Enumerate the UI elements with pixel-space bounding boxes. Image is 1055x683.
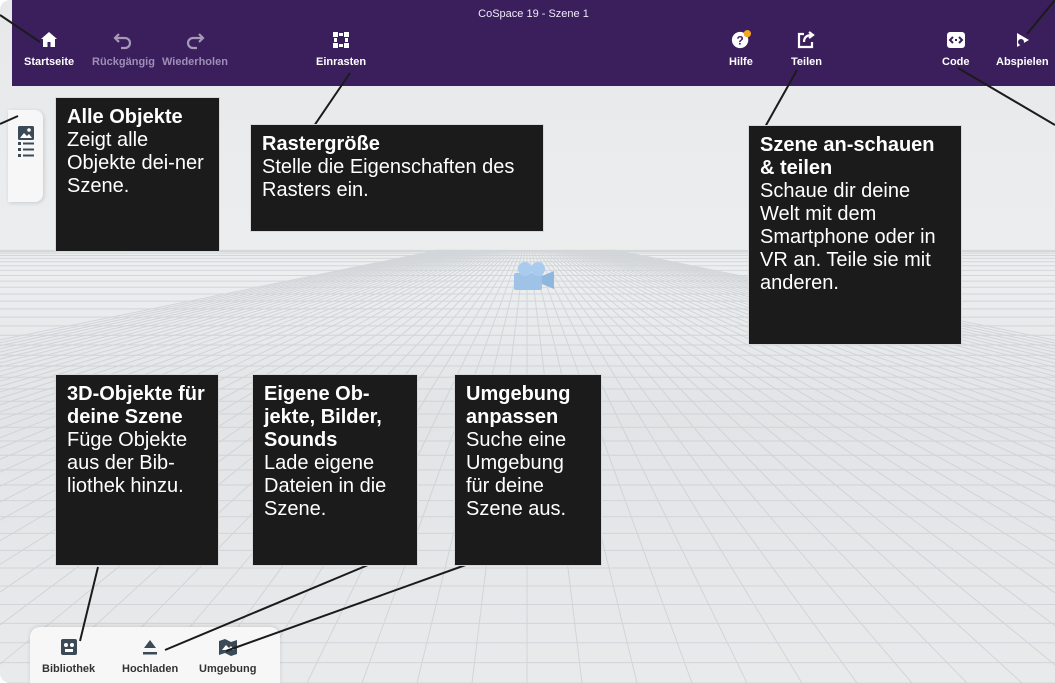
home-button[interactable]: Startseite [24, 30, 74, 68]
callout-view-share-title: Szene an-schauen & teilen [760, 134, 935, 179]
redo-button[interactable]: Wiederholen [162, 30, 228, 68]
snap-button[interactable]: Einrasten [316, 30, 366, 68]
scene-viewport[interactable]: CoSpace 19 - Szene 1 Startseite Rückgäng… [0, 0, 1055, 683]
app-title: CoSpace 19 - Szene 1 [478, 8, 589, 20]
snap-label: Einrasten [316, 56, 367, 68]
callout-all-objects-body: Zeigt alle Objekte dei-ner Szene. [67, 129, 204, 197]
help-icon: ? [731, 30, 751, 49]
callout-grid-size-body: Stelle die Eigenschaften des Rasters ein… [262, 156, 515, 201]
help-button[interactable]: ? Hilfe [729, 30, 753, 68]
redo-label: Wiederholen [162, 56, 228, 68]
code-button[interactable]: Code [942, 30, 970, 68]
callout-own-objects: Eigene Ob-jekte, Bilder, Sounds Lade eig… [252, 374, 418, 566]
callout-grid-size: Rastergröße Stelle die Eigenschaften des… [250, 124, 544, 232]
play-button[interactable]: Abspielen [996, 30, 1049, 68]
share-icon [798, 31, 816, 49]
callout-environment: Umgebung anpassen Suche eine Umgebung fü… [454, 374, 602, 566]
objects-list-icon[interactable] [17, 140, 35, 158]
upload-icon [143, 640, 158, 655]
code-label: Code [942, 56, 970, 68]
help-label: Hilfe [729, 56, 753, 68]
camera-object[interactable] [512, 260, 556, 292]
left-panel-tab [8, 110, 43, 202]
library-button[interactable]: Bibliothek [42, 637, 95, 675]
redo-icon [186, 33, 205, 50]
undo-button[interactable]: Rückgängig [92, 30, 155, 68]
upload-button[interactable]: Hochladen [122, 637, 178, 675]
library-label: Bibliothek [42, 663, 96, 675]
callout-3d-objects-body: Füge Objekte aus der Bib-liothek hinzu. [67, 429, 188, 497]
callout-own-objects-body: Lade eigene Dateien in die Szene. [264, 452, 387, 520]
callout-own-objects-title: Eigene Ob-jekte, Bilder, Sounds [264, 383, 382, 451]
callout-all-objects-title: Alle Objekte [67, 106, 183, 128]
share-label: Teilen [791, 56, 822, 68]
code-icon [946, 32, 965, 48]
upload-label: Hochladen [122, 663, 179, 675]
home-icon [41, 32, 58, 47]
undo-label: Rückgängig [92, 56, 155, 68]
callout-all-objects: Alle Objekte Zeigt alle Objekte dei-ner … [55, 97, 220, 252]
library-icon [60, 639, 77, 655]
undo-icon [113, 33, 132, 50]
play-icon [1017, 33, 1030, 47]
grid-snap-icon [333, 32, 350, 48]
play-label: Abspielen [996, 56, 1049, 68]
callout-environment-body: Suche eine Umgebung für deine Szene aus. [466, 429, 567, 520]
callout-environment-title: Umgebung anpassen [466, 383, 571, 428]
callout-view-share-body: Schaue dir deine Welt mit dem Smartphone… [760, 180, 936, 294]
callout-grid-size-title: Rastergröße [262, 133, 380, 155]
home-label: Startseite [24, 56, 75, 68]
top-toolbar: CoSpace 19 - Szene 1 Startseite Rückgäng… [12, 0, 1055, 86]
callout-3d-objects: 3D-Objekte für deine Szene Füge Objekte … [55, 374, 219, 566]
callout-view-share: Szene an-schauen & teilen Schaue dir dei… [748, 125, 962, 345]
svg-text:?: ? [736, 34, 743, 48]
callout-3d-objects-title: 3D-Objekte für deine Szene [67, 383, 205, 428]
environment-button[interactable]: Umgebung [199, 637, 256, 675]
share-button[interactable]: Teilen [791, 30, 822, 68]
environment-label: Umgebung [199, 663, 257, 675]
bottom-panel-tab: Bibliothek Hochladen Umgebung [30, 627, 280, 683]
environment-icon [218, 639, 237, 656]
